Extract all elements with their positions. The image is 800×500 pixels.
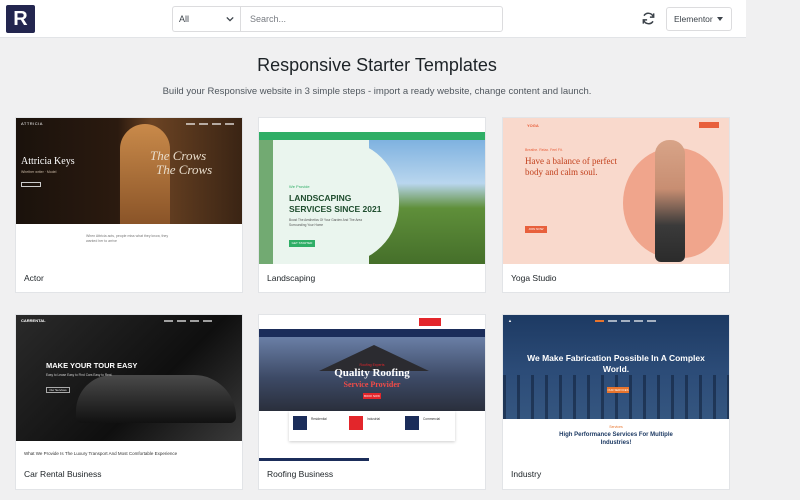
preview-cta: OUR SERVICES: [607, 387, 629, 393]
template-name: Roofing Business: [267, 469, 334, 479]
category-filter-select[interactable]: All: [172, 6, 240, 32]
template-name: Industry: [511, 469, 542, 479]
preview-service-3: Commercial: [423, 417, 441, 421]
template-preview[interactable]: We Provide LANDSCAPING SERVICES SINCE 20…: [259, 118, 485, 264]
service-icon-commercial: [405, 416, 419, 430]
template-card-car-rental-business[interactable]: CARRENTAL MAKE YOUR TOUR EASY Easy to Le…: [15, 314, 243, 490]
preview-headline-2: Service Provider: [343, 380, 401, 389]
preview-info-bar: [259, 132, 485, 140]
preview-brand: YOGA: [527, 123, 539, 128]
preview-body: Boost The Aesthetics Of Your Garden And …: [289, 218, 363, 227]
preview-eyebrow: Services: [609, 425, 623, 429]
preview-leaves: [259, 140, 273, 264]
template-card-industry[interactable]: ▲ We Make Fabrication Possible In A Comp…: [502, 314, 730, 490]
preview-headline-2: High Performance Services For Multiple I…: [559, 432, 673, 446]
template-name: Yoga Studio: [511, 273, 557, 283]
preview-bottom-bar: [259, 458, 369, 461]
preview-cta: Our Services: [46, 387, 70, 393]
preview-sub: Whether writer · Model: [21, 170, 57, 174]
preview-towers: [503, 375, 729, 419]
service-icon-industrial: [349, 416, 363, 430]
preview-nav-button: [699, 122, 719, 128]
preview-service-1: Residential: [311, 417, 327, 421]
preview-button: [21, 182, 41, 187]
template-preview[interactable]: YOGA Breathe. Relax. Feel Fit. Have a ba…: [503, 118, 729, 264]
template-name: Landscaping: [267, 273, 316, 283]
service-icon-residential: [293, 416, 307, 430]
preview-nav-bar: [259, 315, 485, 329]
template-preview[interactable]: CARRENTAL MAKE YOUR TOUR EASY Easy to Le…: [16, 315, 242, 441]
preview-info-bar: [259, 329, 485, 337]
sync-icon[interactable]: [641, 11, 656, 26]
template-card-roofing-business[interactable]: Roofing Experts Quality Roofing Service …: [258, 314, 486, 490]
template-preview[interactable]: ▲ We Make Fabrication Possible In A Comp…: [503, 315, 729, 461]
preview-brand: ATTRICIA: [21, 121, 43, 126]
preview-cta: GET STARTED: [289, 240, 315, 247]
template-card-landscaping[interactable]: We Provide LANDSCAPING SERVICES SINCE 20…: [258, 117, 486, 293]
preview-service-2: Industrial: [367, 417, 380, 421]
preview-services-box: [289, 411, 455, 441]
preview-brand-mark: ▲: [508, 318, 512, 323]
preview-nav: [595, 320, 656, 322]
preview-footer-text: What We Provide Is The Luxury Transport …: [24, 451, 178, 456]
preview-cta: JOIN NOW: [525, 226, 547, 233]
preview-quote: When Attricia acts, people miss what the…: [86, 234, 169, 243]
preview-headline: MAKE YOUR TOUR EASY: [46, 361, 138, 370]
search-input[interactable]: [240, 6, 503, 32]
preview-brand: CARRENTAL: [21, 318, 46, 323]
preview-headline: Quality Roofing: [334, 367, 410, 379]
preview-headline: LANDSCAPING: [289, 193, 352, 203]
template-name: Actor: [24, 273, 44, 283]
page-builder-value: Elementor: [674, 14, 713, 24]
preview-headline: We Make Fabrication Possible In A Comple…: [527, 353, 705, 374]
preview-cta: BOOK NOW: [363, 393, 381, 399]
template-card-actor[interactable]: ATTRICIA Attricia Keys Whether writer · …: [15, 117, 243, 293]
category-filter-value: All: [179, 14, 190, 24]
top-bar: R All Elementor: [0, 0, 746, 38]
car-shape: [76, 375, 236, 423]
preview-script-2: The Crows: [156, 162, 213, 177]
caret-down-icon: [717, 17, 723, 21]
preview-headline: Have a balance of perfect body and calm …: [525, 156, 617, 177]
preview-eyebrow: Breathe. Relax. Feel Fit.: [525, 148, 563, 152]
preview-nav-bar: [259, 118, 485, 132]
preview-nav-button: [419, 318, 441, 326]
yoga-figure: [655, 140, 685, 262]
template-preview[interactable]: Roofing Experts Quality Roofing Service …: [259, 315, 485, 461]
preview-nav: [164, 320, 212, 322]
responsive-logo[interactable]: R: [6, 5, 35, 33]
preview-headline-2: SERVICES SINCE 2021: [289, 204, 382, 214]
page-builder-select[interactable]: Elementor: [666, 7, 732, 31]
template-name: Car Rental Business: [24, 469, 102, 479]
page-subtitle: Build your Responsive website in 3 simpl…: [162, 86, 592, 97]
preview-nav: [186, 123, 234, 125]
page-title: Responsive Starter Templates: [257, 55, 497, 75]
preview-tag: We Provide: [289, 184, 310, 189]
preview-headline: Attricia Keys: [21, 156, 75, 167]
preview-body: Easy to Lease Easy to Find Cars Easy to …: [46, 373, 112, 377]
template-card-yoga-studio[interactable]: YOGA Breathe. Relax. Feel Fit. Have a ba…: [502, 117, 730, 293]
chevron-down-icon: [226, 16, 234, 22]
template-preview[interactable]: ATTRICIA Attricia Keys Whether writer · …: [16, 118, 242, 264]
